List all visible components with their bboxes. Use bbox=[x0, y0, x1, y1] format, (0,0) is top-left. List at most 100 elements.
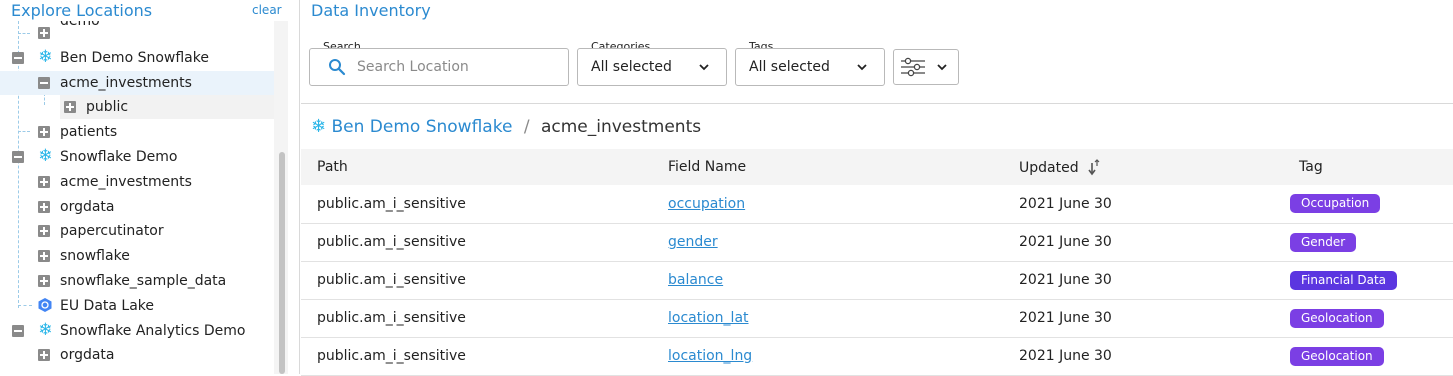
tree-item-patients[interactable]: patients bbox=[0, 120, 274, 144]
tree-item-ben-demo-snowflake[interactable]: ❄ Ben Demo Snowflake bbox=[0, 46, 274, 70]
cell-field-name: location_lat bbox=[652, 299, 1003, 338]
cell-updated: 2021 June 30 bbox=[1003, 223, 1283, 262]
collapse-icon[interactable] bbox=[12, 325, 24, 337]
expand-icon[interactable] bbox=[38, 250, 50, 262]
column-header-tag[interactable]: Tag bbox=[1283, 149, 1453, 185]
field-link[interactable]: occupation bbox=[668, 196, 745, 212]
tree-item-demo[interactable]: demo bbox=[0, 21, 274, 45]
table-row[interactable]: public.am_i_sensitive occupation 2021 Ju… bbox=[301, 185, 1453, 224]
table-header-row: Path Field Name Updated Tag bbox=[301, 149, 1453, 185]
tag-badge[interactable]: Geolocation bbox=[1290, 308, 1384, 328]
snowflake-icon: ❄ bbox=[38, 146, 53, 166]
tree-item-label: demo bbox=[60, 21, 100, 29]
cell-field-name: location_lng bbox=[652, 337, 1003, 376]
field-link[interactable]: location_lng bbox=[668, 348, 752, 364]
table-row[interactable]: public.am_i_sensitive location_lat 2021 … bbox=[301, 299, 1453, 338]
tree-item-label: Snowflake Demo bbox=[60, 149, 178, 165]
breadcrumb-current: acme_investments bbox=[540, 117, 702, 137]
tree-item-label: patients bbox=[60, 124, 118, 140]
chevron-down-icon bbox=[937, 64, 947, 71]
tree-item-label: snowflake_sample_data bbox=[60, 273, 227, 289]
explore-locations-panel: Explore Locations clear demo ❄ Ben Demo … bbox=[0, 0, 300, 374]
expand-icon[interactable] bbox=[38, 201, 50, 213]
search-field[interactable] bbox=[309, 48, 569, 86]
tree-item-acme-investments[interactable]: acme_investments bbox=[0, 71, 274, 95]
table-row[interactable]: public.am_i_sensitive location_lng 2021 … bbox=[301, 337, 1453, 376]
tree-item-acme-investments-2[interactable]: acme_investments bbox=[0, 170, 274, 194]
cell-field-name: occupation bbox=[652, 185, 1003, 224]
search-icon bbox=[329, 59, 346, 76]
tree-item-label: snowflake bbox=[60, 248, 130, 264]
column-header-field-name[interactable]: Field Name bbox=[652, 149, 1003, 185]
cell-field-name: gender bbox=[652, 223, 1003, 262]
tree-item-label: Snowflake Analytics Demo bbox=[60, 323, 246, 339]
expand-icon[interactable] bbox=[38, 176, 50, 188]
tree-item-eu-data-lake[interactable]: EU Data Lake bbox=[0, 294, 274, 318]
data-lake-icon bbox=[38, 298, 52, 312]
tree-item-label: orgdata bbox=[60, 347, 115, 363]
field-link[interactable]: gender bbox=[668, 234, 718, 250]
page-title: Data Inventory bbox=[311, 1, 431, 20]
cell-path: public.am_i_sensitive bbox=[301, 337, 652, 376]
tag-badge[interactable]: Geolocation bbox=[1290, 346, 1384, 366]
cell-tag: Financial Data bbox=[1283, 261, 1453, 300]
chevron-down-icon bbox=[857, 64, 867, 71]
breadcrumb: ❄ Ben Demo Snowflake / acme_investments bbox=[311, 115, 701, 139]
collapse-icon[interactable] bbox=[38, 77, 50, 89]
chevron-down-icon bbox=[699, 64, 709, 71]
tree-item-orgdata-2[interactable]: orgdata bbox=[0, 343, 274, 367]
tree-item-snowflake-sample-data[interactable]: snowflake_sample_data bbox=[0, 269, 274, 293]
snowflake-icon: ❄ bbox=[38, 320, 53, 340]
expand-icon[interactable] bbox=[64, 101, 76, 113]
tree-scrollbar-thumb[interactable] bbox=[279, 152, 285, 374]
expand-icon[interactable] bbox=[38, 126, 50, 138]
cell-updated: 2021 June 30 bbox=[1003, 185, 1283, 224]
expand-icon[interactable] bbox=[38, 27, 50, 39]
collapse-icon[interactable] bbox=[12, 52, 24, 64]
column-header-path[interactable]: Path bbox=[301, 149, 652, 185]
tree-item-snowflake-demo[interactable]: ❄ Snowflake Demo bbox=[0, 145, 274, 169]
search-input[interactable] bbox=[355, 57, 555, 77]
expand-icon[interactable] bbox=[38, 225, 50, 237]
sort-icon[interactable] bbox=[1087, 158, 1101, 176]
cell-updated: 2021 June 30 bbox=[1003, 261, 1283, 300]
tag-badge[interactable]: Occupation bbox=[1290, 194, 1381, 214]
tree-item-snowflake-analytics-demo[interactable]: ❄ Snowflake Analytics Demo bbox=[0, 319, 274, 343]
snowflake-icon: ❄ bbox=[311, 116, 327, 137]
filter-bar: Data Inventory Search Categories All sel… bbox=[301, 0, 1453, 104]
cell-tag: Geolocation bbox=[1283, 337, 1453, 376]
cell-tag: Occupation bbox=[1283, 185, 1453, 224]
tag-badge[interactable]: Financial Data bbox=[1290, 270, 1398, 290]
collapse-icon[interactable] bbox=[12, 151, 24, 163]
data-inventory-panel: Data Inventory Search Categories All sel… bbox=[301, 0, 1453, 376]
breadcrumb-root[interactable]: Ben Demo Snowflake bbox=[332, 117, 513, 137]
tree-item-label: public bbox=[86, 99, 129, 115]
field-link[interactable]: balance bbox=[668, 272, 723, 288]
location-tree: demo ❄ Ben Demo Snowflake acme_investmen… bbox=[0, 21, 274, 374]
clear-button[interactable]: clear bbox=[252, 3, 282, 17]
tree-item-public[interactable]: public bbox=[60, 95, 274, 119]
field-link[interactable]: location_lat bbox=[668, 310, 749, 326]
table-row[interactable]: public.am_i_sensitive balance 2021 June … bbox=[301, 261, 1453, 300]
tree-item-label: acme_investments bbox=[60, 174, 192, 190]
tree-item-snowflake[interactable]: snowflake bbox=[0, 244, 274, 268]
tree-item-papercutinator[interactable]: papercutinator bbox=[0, 219, 274, 243]
snowflake-icon: ❄ bbox=[38, 47, 53, 67]
sliders-icon bbox=[901, 57, 925, 77]
column-header-updated[interactable]: Updated bbox=[1003, 149, 1283, 185]
cell-path: public.am_i_sensitive bbox=[301, 299, 652, 338]
cell-updated: 2021 June 30 bbox=[1003, 337, 1283, 376]
tag-badge[interactable]: Gender bbox=[1290, 232, 1357, 252]
tags-select[interactable]: All selected bbox=[735, 48, 885, 86]
expand-icon[interactable] bbox=[38, 349, 50, 361]
tree-item-orgdata[interactable]: orgdata bbox=[0, 195, 274, 219]
categories-select[interactable]: All selected bbox=[577, 48, 727, 86]
table-row[interactable]: public.am_i_sensitive gender 2021 June 3… bbox=[301, 223, 1453, 262]
column-settings-button[interactable] bbox=[893, 49, 959, 85]
tree-item-label: EU Data Lake bbox=[60, 298, 155, 314]
cell-field-name: balance bbox=[652, 261, 1003, 300]
tree-item-label: acme_investments bbox=[60, 75, 192, 91]
tags-value: All selected bbox=[749, 59, 830, 75]
cell-path: public.am_i_sensitive bbox=[301, 185, 652, 224]
expand-icon[interactable] bbox=[38, 275, 50, 287]
